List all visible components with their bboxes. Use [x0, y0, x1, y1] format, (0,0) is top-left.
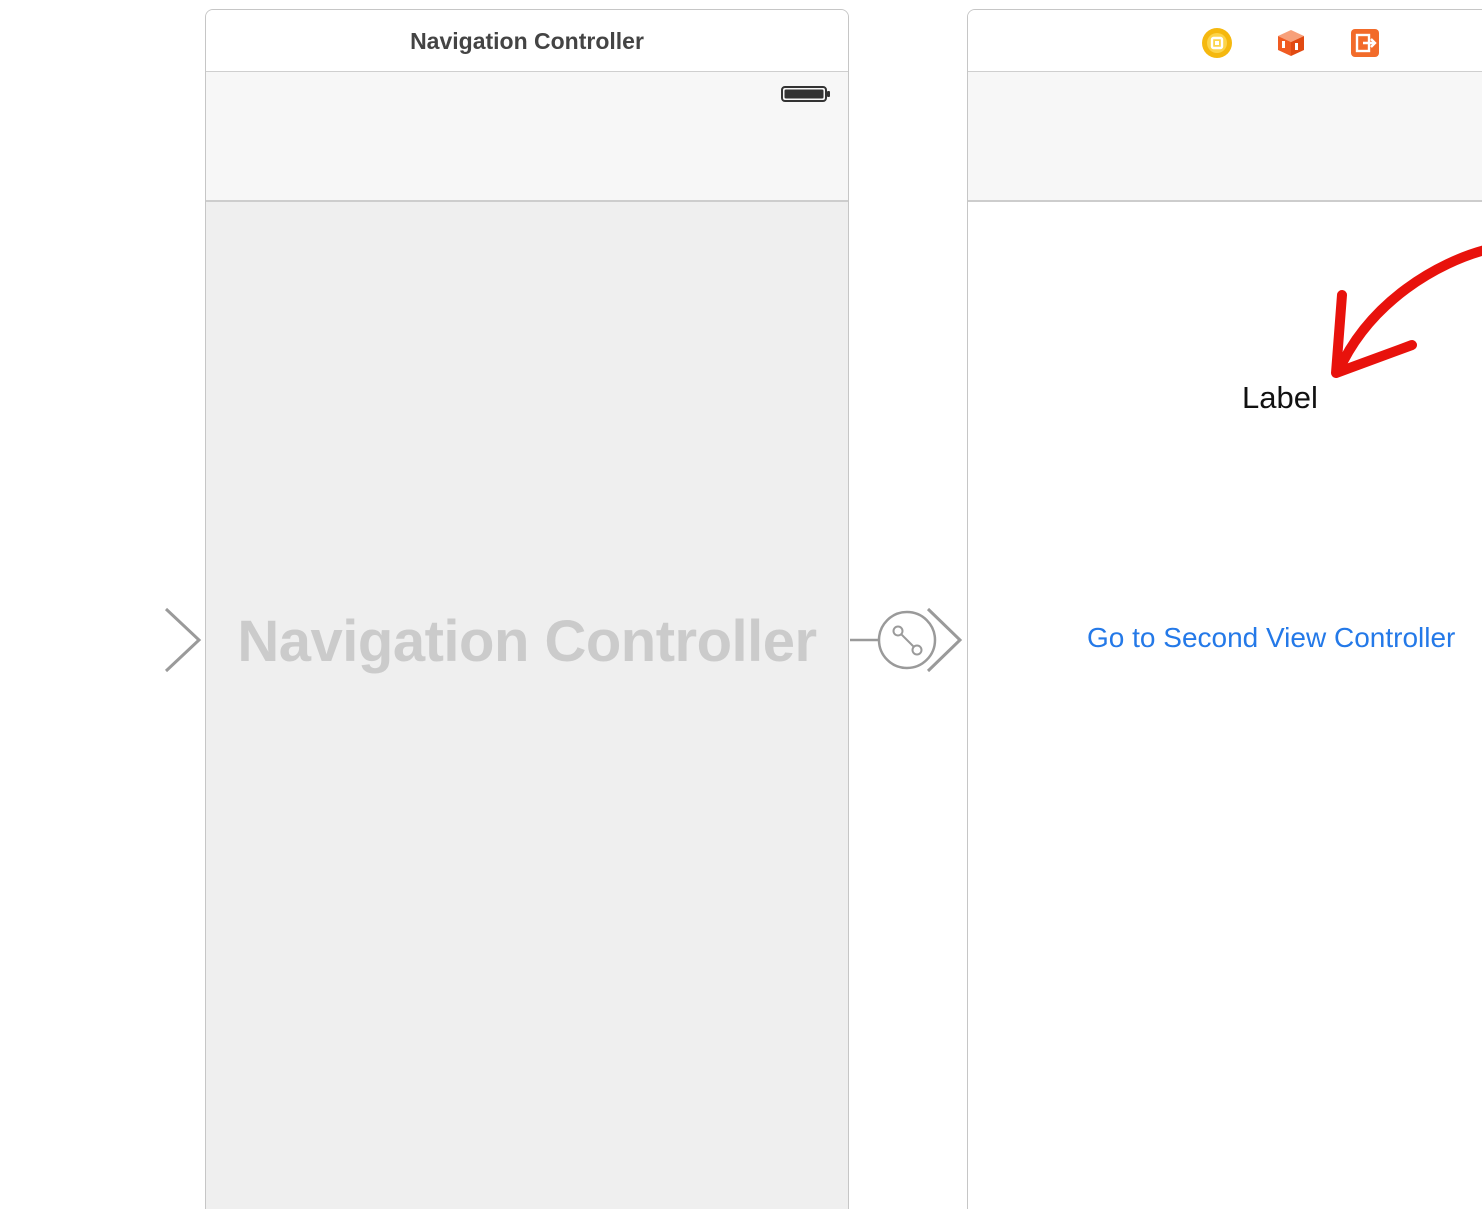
red-arrow-annotation	[1331, 245, 1482, 378]
red-arrow-shaft	[1333, 245, 1482, 377]
annotation-layer	[1331, 245, 1482, 378]
storyboard-canvas[interactable]: Navigation Controller Navigation Control…	[0, 0, 1482, 1209]
